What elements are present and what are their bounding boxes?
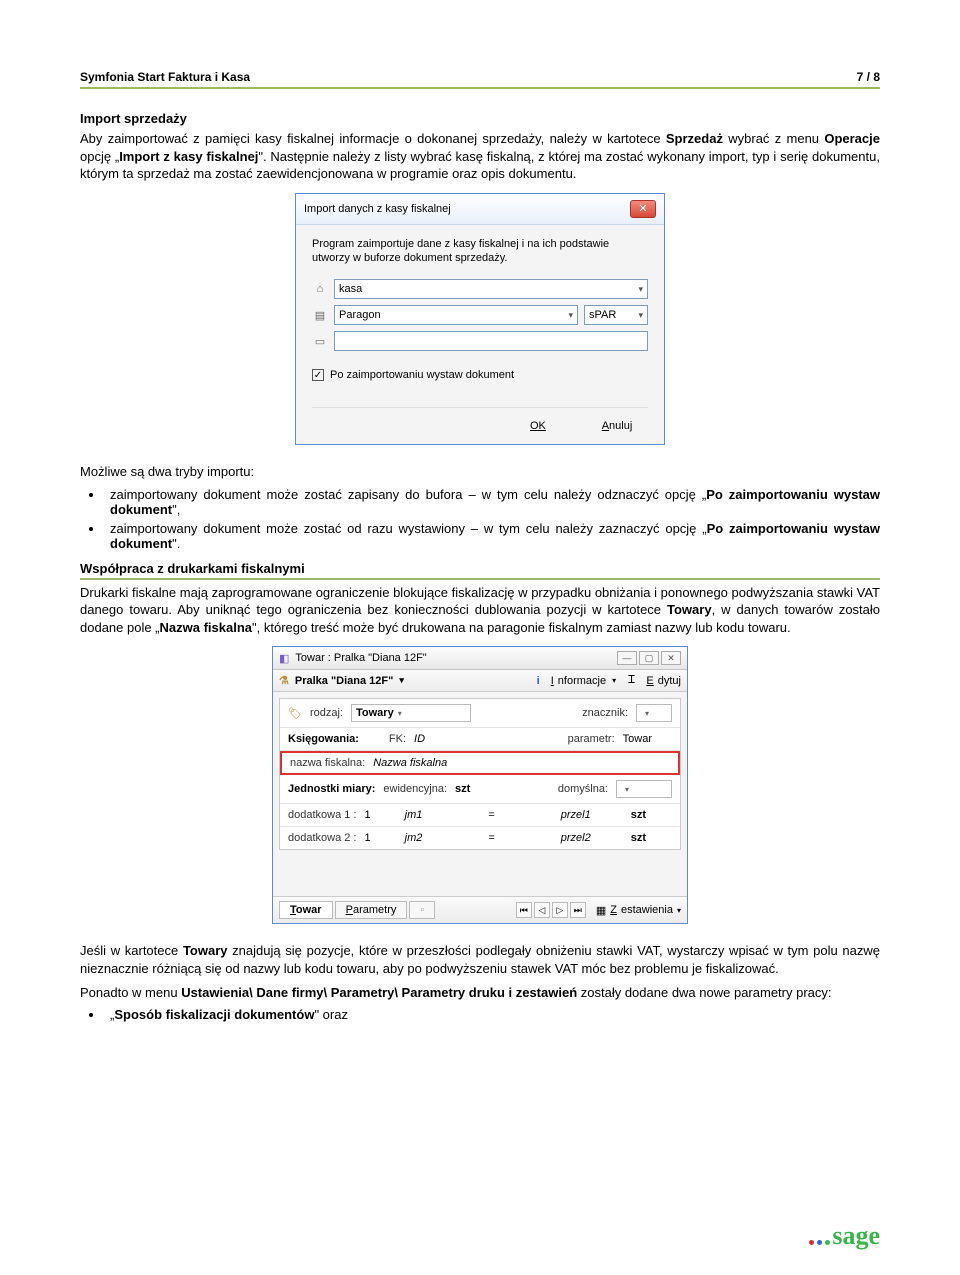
tag-icon: 🏷 xyxy=(288,707,302,720)
minimize-icon[interactable]: — xyxy=(617,651,637,665)
checkbox-issue-after-import[interactable]: ✓ Po zaimportowaniu wystaw dokument xyxy=(312,369,648,381)
report-icon: ▦ xyxy=(596,904,606,917)
input-description[interactable] xyxy=(334,331,648,351)
window-app-icon: ◧ xyxy=(279,652,289,665)
combo-kasa[interactable]: kasa▾ xyxy=(334,279,648,299)
close-icon[interactable]: ✕ xyxy=(630,200,656,218)
modes-item-1: zaimportowany dokument może zostać zapis… xyxy=(104,487,880,517)
chevron-down-icon[interactable]: ▾ xyxy=(399,675,404,686)
modes-list: zaimportowany dokument może zostać zapis… xyxy=(104,487,880,551)
nav-next-icon[interactable]: ▷ xyxy=(552,902,568,918)
combo-znacznik[interactable]: ▾ xyxy=(636,704,672,722)
item-icon: ⚗ xyxy=(279,674,289,687)
section-printers-title: Współpraca z drukarkami fiskalnymi xyxy=(80,561,880,580)
nav-prev-icon[interactable]: ◁ xyxy=(534,902,550,918)
params-list: „Sposób fiskalizacji dokumentów" oraz xyxy=(104,1007,880,1022)
chevron-down-icon: ▾ xyxy=(638,284,643,295)
cash-register-icon: ⌂ xyxy=(312,282,328,296)
zestawienia-button[interactable]: ▦Zestawienia▾ xyxy=(596,904,681,917)
tab-towar[interactable]: Towar xyxy=(279,901,333,919)
params-note: Ponadto w menu Ustawienia\ Dane firmy\ P… xyxy=(80,984,880,1002)
params-item-1: „Sposób fiskalizacji dokumentów" oraz xyxy=(104,1007,880,1022)
modes-intro: Możliwe są dwa tryby importu: xyxy=(80,463,880,481)
cancel-button[interactable]: Anuluj xyxy=(586,418,648,434)
dialog-import: Import danych z kasy fiskalnej ✕ Program… xyxy=(295,193,665,446)
dialog-import-title: Import danych z kasy fiskalnej xyxy=(304,203,451,215)
maximize-icon[interactable]: ▢ xyxy=(639,651,659,665)
chevron-down-icon: ▾ xyxy=(638,310,643,321)
page-number: 7 / 8 xyxy=(857,70,880,84)
info-button[interactable]: i Informacje▾ xyxy=(537,675,617,687)
combo-doc-series[interactable]: sPAR▾ xyxy=(584,305,648,325)
combo-domyslna[interactable]: ▾ xyxy=(616,780,672,798)
nav-last-icon[interactable]: ⏭ xyxy=(570,902,586,918)
dialog-import-info: Program zaimportuje dane z kasy fiskalne… xyxy=(312,237,648,266)
section-printers-text: Drukarki fiskalne mają zaprogramowane og… xyxy=(80,584,880,637)
tab-blank[interactable]: ▫ xyxy=(409,901,435,919)
close-icon[interactable]: ✕ xyxy=(661,651,681,665)
section-import-text: Aby zaimportować z pamięci kasy fiskalne… xyxy=(80,130,880,183)
section-import-title: Import sprzedaży xyxy=(80,111,880,126)
doc-title: Symfonia Start Faktura i Kasa xyxy=(80,70,250,84)
tab-parametry[interactable]: Parametry xyxy=(335,901,408,919)
item-name: Pralka "Diana 12F" xyxy=(295,675,393,687)
row-nazwa-fiskalna: nazwa fiskalna: Nazwa fiskalna xyxy=(280,751,680,775)
modes-item-2: zaimportowany dokument może zostać od ra… xyxy=(104,521,880,551)
doc-header: Symfonia Start Faktura i Kasa 7 / 8 xyxy=(80,70,880,89)
checkbox-icon: ✓ xyxy=(312,369,324,381)
cursor-icon: Ꮖ xyxy=(628,674,635,687)
dialog-towar: ◧ Towar : Pralka "Diana 12F" — ▢ ✕ ⚗ Pra… xyxy=(272,646,688,924)
combo-rodzaj[interactable]: Towary▾ xyxy=(351,704,471,722)
ok-button[interactable]: OK xyxy=(507,418,569,434)
input-nazwa-fiskalna[interactable]: Nazwa fiskalna xyxy=(373,757,447,769)
chevron-down-icon: ▾ xyxy=(568,310,573,321)
document-icon: ▤ xyxy=(312,308,328,322)
window-title: Towar : Pralka "Diana 12F" xyxy=(295,652,426,664)
edit-button[interactable]: Ꮖ Edytuj xyxy=(628,674,681,687)
combo-doc-type[interactable]: Paragon▾ xyxy=(334,305,578,325)
towary-note: Jeśli w kartotece Towary znajdują się po… xyxy=(80,942,880,977)
sage-logo: sage xyxy=(809,1221,880,1251)
note-icon: ▭ xyxy=(312,334,328,348)
nav-first-icon[interactable]: ⏮ xyxy=(516,902,532,918)
